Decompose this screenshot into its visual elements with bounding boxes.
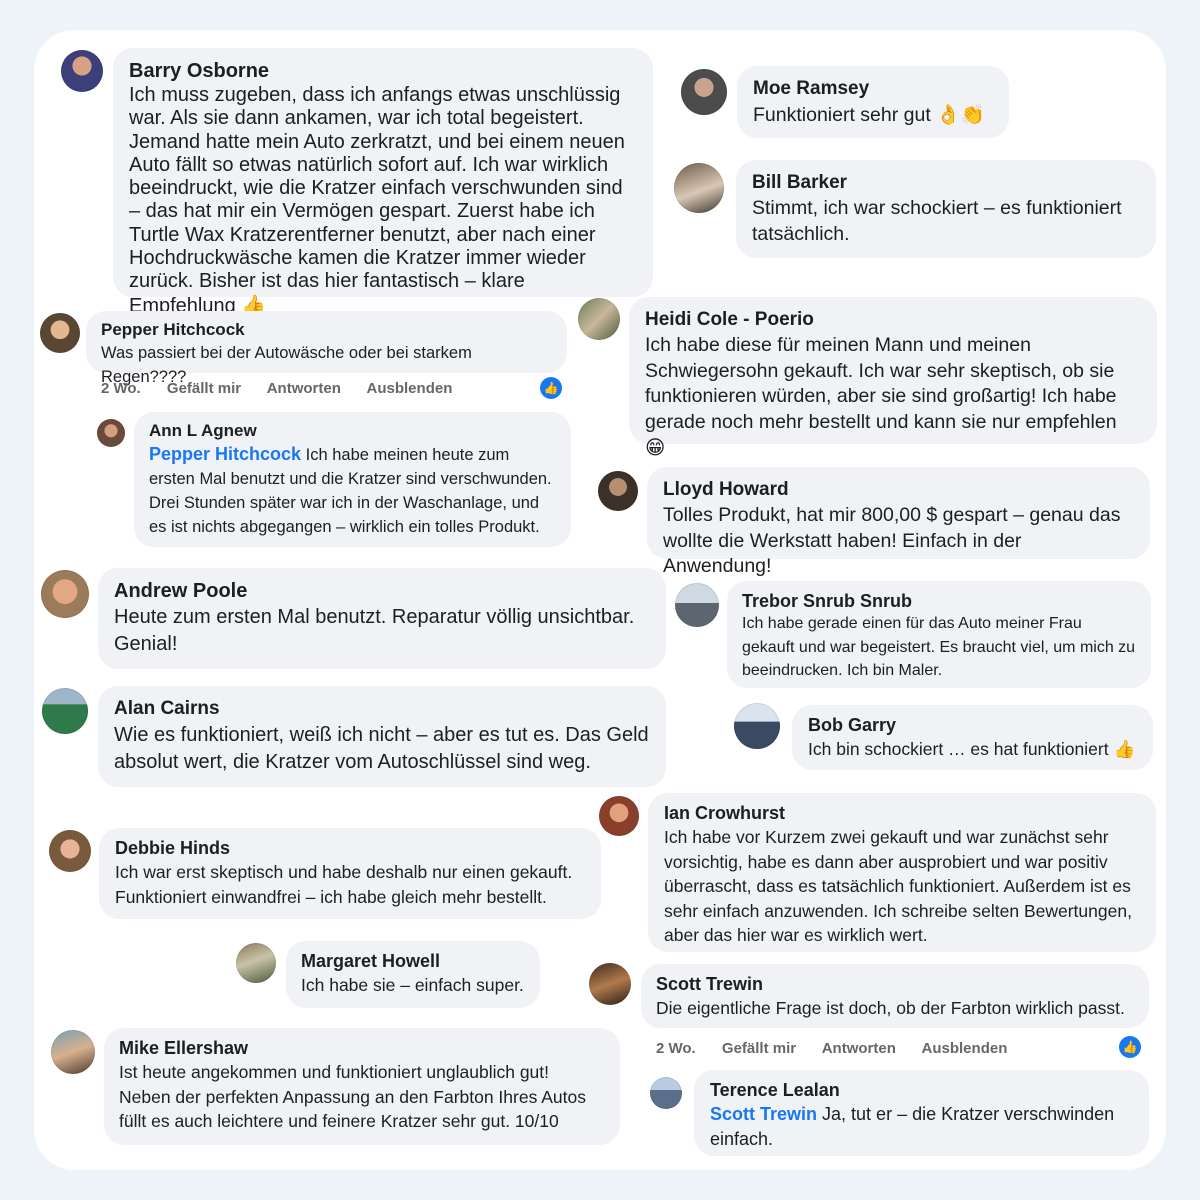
commenter-name[interactable]: Debbie Hinds (115, 836, 585, 860)
commenter-name[interactable]: Barry Osborne (129, 58, 637, 84)
avatar[interactable] (599, 796, 639, 836)
timestamp[interactable]: 2 Wo. (656, 1040, 696, 1057)
commenter-name[interactable]: Trebor Snrub Snrub (742, 590, 1136, 612)
comment-text: Wie es funktioniert, weiß ich nicht – ab… (114, 724, 649, 773)
comment-bubble: Bob Garry Ich bin schockiert … es hat fu… (792, 705, 1153, 770)
comment-text: Die eigentliche Frage ist doch, ob der F… (656, 998, 1125, 1018)
comment-actions: 2 Wo. Gefällt mir Antworten Ausblenden (656, 1040, 1029, 1057)
comment-bubble: Mike Ellershaw Ist heute angekommen und … (104, 1028, 620, 1145)
like-button[interactable]: Gefällt mir (167, 380, 241, 397)
commenter-name[interactable]: Lloyd Howard (663, 477, 1134, 503)
comment-bubble: Debbie Hinds Ich war erst skeptisch und … (99, 828, 601, 919)
comment-bubble: Trebor Snrub Snrub Ich habe gerade einen… (727, 581, 1151, 688)
comment-bubble: Moe Ramsey Funktioniert sehr gut 👌👏 (737, 66, 1009, 138)
commenter-name[interactable]: Bob Garry (808, 713, 1137, 737)
comment-text: Ist heute angekommen und funktioniert un… (119, 1062, 586, 1131)
commenter-name[interactable]: Margaret Howell (301, 949, 525, 973)
ok-hand-clap-emoji-icon: 👌👏 (936, 103, 985, 126)
like-button[interactable]: Gefällt mir (722, 1040, 796, 1057)
comment-text: Ich habe sie – einfach super. (301, 975, 524, 995)
timestamp[interactable]: 2 Wo. (101, 380, 141, 397)
avatar[interactable] (236, 943, 276, 983)
comment-actions: 2 Wo. Gefällt mir Antworten Ausblenden (101, 380, 474, 397)
comment-bubble: Alan Cairns Wie es funktioniert, weiß ic… (98, 686, 666, 787)
thumbs-up-icon[interactable]: 👍 (540, 377, 562, 399)
comment-bubble: Bill Barker Stimmt, ich war schockiert –… (736, 160, 1156, 258)
reply-button[interactable]: Antworten (822, 1040, 896, 1057)
avatar[interactable] (40, 313, 80, 353)
commenter-name[interactable]: Bill Barker (752, 170, 1140, 196)
commenter-name[interactable]: Ann L Agnew (149, 420, 556, 442)
comment-text: Ich habe gerade einen für das Auto meine… (742, 615, 1136, 679)
comment-text: Scott Trewin Ja, tut er – die Kratzer ve… (710, 1104, 1115, 1149)
avatar[interactable] (734, 703, 780, 749)
comment-bubble: Pepper Hitchcock Was passiert bei der Au… (86, 311, 567, 386)
commenter-name[interactable]: Pepper Hitchcock (101, 319, 552, 341)
avatar[interactable] (61, 50, 103, 92)
avatar[interactable] (681, 69, 727, 115)
avatar[interactable] (97, 419, 125, 447)
thumbs-up-icon[interactable]: 👍 (1119, 1036, 1141, 1058)
avatar[interactable] (650, 1077, 682, 1109)
comment-bubble: Terence Lealan Scott Trewin Ja, tut er –… (694, 1070, 1149, 1156)
comment-text: Pepper Hitchcock Ich habe meinen heute z… (149, 444, 552, 536)
commenter-name[interactable]: Terence Lealan (710, 1078, 1133, 1102)
hide-button[interactable]: Ausblenden (922, 1040, 1008, 1057)
commenter-name[interactable]: Heidi Cole - Poerio (645, 307, 1141, 333)
commenter-name[interactable]: Moe Ramsey (753, 76, 993, 102)
avatar[interactable] (598, 471, 638, 511)
hide-button[interactable]: Ausblenden (367, 380, 453, 397)
commenter-name[interactable]: Andrew Poole (114, 578, 650, 604)
comment-bubble: Ann L Agnew Pepper Hitchcock Ich habe me… (134, 412, 571, 547)
grin-emoji-icon: 😁 (645, 436, 666, 459)
comment-bubble: Ian Crowhurst Ich habe vor Kurzem zwei g… (648, 793, 1156, 952)
mention-link[interactable]: Scott Trewin (710, 1104, 817, 1124)
comment-text: Heute zum ersten Mal benutzt. Reparatur … (114, 606, 635, 655)
comment-text: Tolles Produkt, hat mir 800,00 $ gespart… (663, 504, 1121, 577)
avatar[interactable] (674, 163, 724, 213)
comment-bubble: Scott Trewin Die eigentliche Frage ist d… (641, 964, 1149, 1028)
avatar[interactable] (49, 830, 91, 872)
avatar[interactable] (675, 583, 719, 627)
avatar[interactable] (41, 570, 89, 618)
commenter-name[interactable]: Scott Trewin (656, 972, 1134, 996)
commenter-name[interactable]: Alan Cairns (114, 696, 650, 722)
avatar[interactable] (42, 688, 88, 734)
avatar[interactable] (51, 1030, 95, 1074)
comment-bubble: Margaret Howell Ich habe sie – einfach s… (286, 941, 540, 1008)
comment-bubble: Heidi Cole - Poerio Ich habe diese für m… (629, 297, 1157, 459)
comment-bubble: Barry Osborne Ich muss zugeben, dass ich… (113, 48, 653, 317)
comment-text: Ich habe vor Kurzem zwei gekauft und war… (664, 827, 1132, 945)
comment-bubble: Andrew Poole Heute zum ersten Mal benutz… (98, 568, 666, 669)
avatar[interactable] (589, 963, 631, 1005)
mention-link[interactable]: Pepper Hitchcock (149, 444, 301, 464)
comment-text: Ich bin schockiert … es hat funktioniert… (808, 739, 1136, 760)
comment-text: Ich habe diese für meinen Mann und meine… (645, 334, 1117, 459)
reply-button[interactable]: Antworten (267, 380, 341, 397)
comment-text: Stimmt, ich war schockiert – es funktion… (752, 197, 1122, 245)
avatar[interactable] (578, 298, 620, 340)
comment-text: Ich war erst skeptisch und habe deshalb … (115, 862, 573, 907)
comment-bubble: Lloyd Howard Tolles Produkt, hat mir 800… (647, 467, 1150, 577)
thumbs-up-emoji-icon: 👍 (1113, 740, 1136, 760)
comment-text: Ich muss zugeben, dass ich anfangs etwas… (129, 84, 625, 317)
comment-text: Funktioniert sehr gut 👌👏 (753, 103, 985, 126)
commenter-name[interactable]: Mike Ellershaw (119, 1036, 605, 1060)
commenter-name[interactable]: Ian Crowhurst (664, 801, 1140, 825)
